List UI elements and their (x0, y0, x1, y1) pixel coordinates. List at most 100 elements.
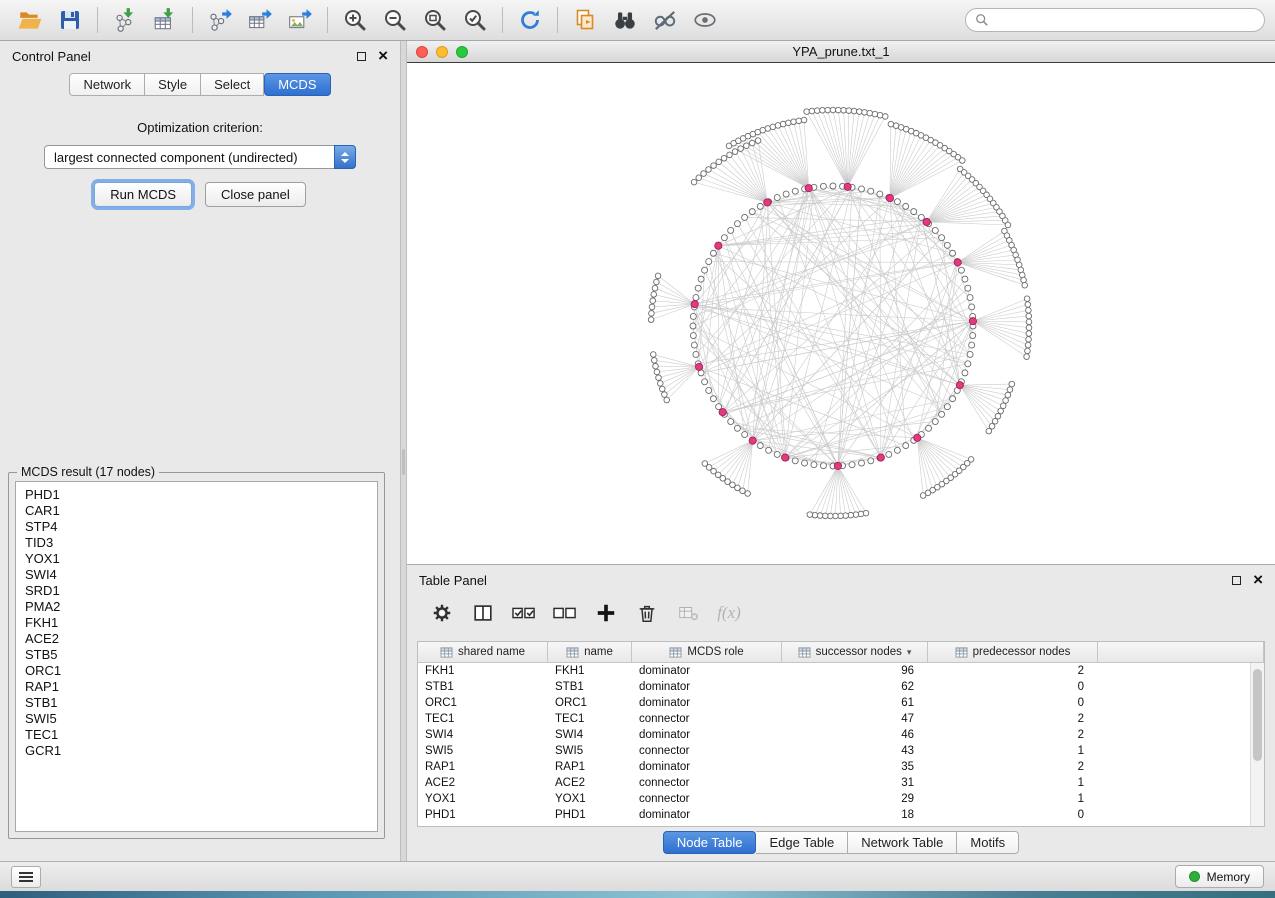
network-node[interactable] (820, 463, 826, 469)
network-node[interactable] (920, 493, 926, 499)
network-node[interactable] (651, 292, 657, 298)
tab-edge-table[interactable]: Edge Table (756, 831, 848, 854)
mcds-result-item[interactable]: CAR1 (25, 503, 368, 519)
mcds-node[interactable] (749, 437, 756, 444)
network-node[interactable] (950, 396, 956, 402)
minimize-window-icon[interactable] (436, 46, 448, 58)
network-node[interactable] (950, 250, 956, 256)
network-node[interactable] (791, 119, 797, 125)
network-node[interactable] (903, 203, 909, 209)
network-node[interactable] (965, 361, 971, 367)
network-node[interactable] (755, 138, 761, 144)
network-node[interactable] (711, 163, 717, 169)
network-node[interactable] (649, 304, 655, 310)
export-network-button[interactable] (200, 3, 240, 37)
run-mcds-button[interactable]: Run MCDS (94, 182, 192, 207)
network-node[interactable] (702, 267, 708, 273)
network-node[interactable] (886, 451, 892, 457)
network-node[interactable] (1022, 282, 1028, 288)
network-node[interactable] (654, 279, 660, 285)
table-row[interactable]: YOX1YOX1connector291 (418, 791, 1250, 807)
open-file-button[interactable] (10, 3, 50, 37)
network-node[interactable] (868, 458, 874, 464)
mcds-node[interactable] (719, 409, 726, 416)
network-node[interactable] (1024, 296, 1030, 302)
network-node[interactable] (1009, 381, 1015, 387)
network-node[interactable] (877, 191, 883, 197)
tab-network-table[interactable]: Network Table (848, 831, 957, 854)
network-node[interactable] (1026, 307, 1032, 313)
mcds-result-item[interactable]: SRD1 (25, 583, 368, 599)
mcds-node[interactable] (844, 183, 851, 190)
table-row[interactable]: RAP1RAP1dominator352 (418, 759, 1250, 775)
network-node[interactable] (1026, 337, 1032, 343)
network-node[interactable] (742, 214, 748, 220)
mcds-result-item[interactable]: GCR1 (25, 743, 368, 759)
network-node[interactable] (1026, 313, 1032, 319)
network-node[interactable] (706, 167, 712, 173)
optimization-dropdown[interactable]: largest connected component (undirected) (44, 145, 356, 169)
save-session-button[interactable] (50, 3, 90, 37)
network-node[interactable] (721, 155, 727, 161)
mcds-node[interactable] (764, 199, 771, 206)
network-node[interactable] (734, 425, 740, 431)
delete-button[interactable] (630, 596, 664, 630)
network-node[interactable] (1024, 354, 1030, 360)
network-node[interactable] (811, 462, 817, 468)
network-node[interactable] (894, 447, 900, 453)
network-node[interactable] (894, 199, 900, 205)
memory-button[interactable]: Memory (1175, 865, 1264, 888)
vertical-splitter[interactable] (400, 41, 407, 861)
network-node[interactable] (757, 203, 763, 209)
network-node[interactable] (959, 158, 965, 164)
network-node[interactable] (653, 363, 659, 369)
network-node[interactable] (872, 111, 878, 117)
network-node[interactable] (690, 323, 696, 329)
network-node[interactable] (792, 188, 798, 194)
network-node[interactable] (1021, 277, 1027, 283)
network-node[interactable] (690, 333, 696, 339)
network-node[interactable] (757, 443, 763, 449)
network-node[interactable] (654, 369, 660, 375)
tab-select[interactable]: Select (201, 73, 264, 96)
hide-details-button[interactable] (645, 3, 685, 37)
tab-network[interactable]: Network (69, 73, 145, 96)
network-node[interactable] (867, 110, 873, 116)
network-node[interactable] (1025, 302, 1031, 308)
network-node[interactable] (655, 273, 661, 279)
network-node[interactable] (657, 381, 663, 387)
search-input[interactable] (994, 13, 1255, 27)
network-node[interactable] (659, 386, 665, 392)
network-node[interactable] (648, 317, 654, 323)
network-node[interactable] (706, 259, 712, 265)
close-window-icon[interactable] (416, 46, 428, 58)
search-network-button[interactable] (605, 3, 645, 37)
network-node[interactable] (774, 195, 780, 201)
network-node[interactable] (786, 120, 792, 126)
zoom-fit-button[interactable] (415, 3, 455, 37)
network-node[interactable] (998, 408, 1004, 414)
network-node[interactable] (701, 171, 707, 177)
network-node[interactable] (690, 313, 696, 319)
mcds-node[interactable] (696, 363, 703, 370)
network-node[interactable] (932, 419, 938, 425)
column-header-MCDS-role[interactable]: MCDS role (632, 642, 782, 663)
network-node[interactable] (702, 379, 708, 385)
zoom-selected-button[interactable] (455, 3, 495, 37)
network-node[interactable] (738, 146, 744, 152)
network-node[interactable] (1026, 331, 1032, 337)
maximize-window-icon[interactable] (456, 46, 468, 58)
column-header-name[interactable]: name (548, 642, 632, 663)
network-node[interactable] (774, 451, 780, 457)
select-all-button[interactable] (507, 596, 541, 630)
network-node[interactable] (969, 304, 975, 310)
network-node[interactable] (970, 333, 976, 339)
network-node[interactable] (745, 491, 751, 497)
mcds-result-item[interactable]: YOX1 (25, 551, 368, 567)
network-node[interactable] (1007, 387, 1013, 393)
network-node[interactable] (958, 267, 964, 273)
mcds-result-item[interactable]: TEC1 (25, 727, 368, 743)
network-node[interactable] (825, 107, 831, 113)
network-node[interactable] (1025, 348, 1031, 354)
network-node[interactable] (775, 123, 781, 129)
